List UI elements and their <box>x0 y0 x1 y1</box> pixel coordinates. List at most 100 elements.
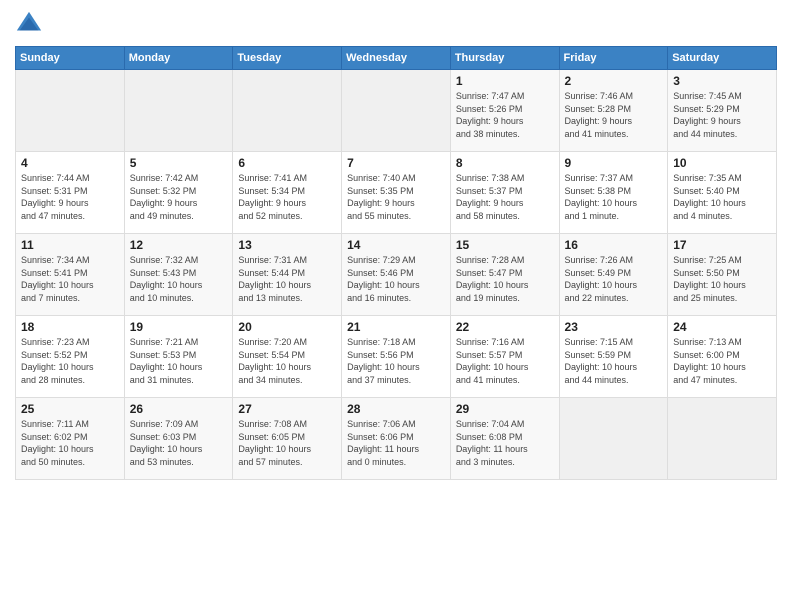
day-info: Sunrise: 7:34 AM Sunset: 5:41 PM Dayligh… <box>21 254 119 304</box>
calendar-table: SundayMondayTuesdayWednesdayThursdayFrid… <box>15 46 777 480</box>
calendar-cell <box>559 398 668 480</box>
weekday-header-wednesday: Wednesday <box>342 47 451 70</box>
calendar-week-1: 4 Sunrise: 7:44 AM Sunset: 5:31 PM Daylig… <box>16 152 777 234</box>
day-number: 1 <box>456 74 554 88</box>
day-info: Sunrise: 7:44 AM Sunset: 5:31 PM Dayligh… <box>21 172 119 222</box>
calendar-cell: 16Sunrise: 7:26 AM Sunset: 5:49 PM Dayli… <box>559 234 668 316</box>
day-info: Sunrise: 7:26 AM Sunset: 5:49 PM Dayligh… <box>565 254 663 304</box>
calendar-week-0: 1 Sunrise: 7:47 AM Sunset: 5:26 PM Daylig… <box>16 70 777 152</box>
calendar-cell: 3Sunrise: 7:45 AM Sunset: 5:29 PM Daylig… <box>668 70 777 152</box>
calendar-cell <box>16 70 125 152</box>
calendar-cell <box>233 70 342 152</box>
day-info: Sunrise: 7:41 AM Sunset: 5:34 PM Dayligh… <box>238 172 336 222</box>
day-info: Sunrise: 7:06 AM Sunset: 6:06 PM Dayligh… <box>347 418 445 468</box>
logo <box>15 10 47 38</box>
day-number: 20 <box>238 320 336 334</box>
day-info: Sunrise: 7:16 AM Sunset: 5:57 PM Dayligh… <box>456 336 554 386</box>
day-info: Sunrise: 7:40 AM Sunset: 5:35 PM Dayligh… <box>347 172 445 222</box>
day-info: Sunrise: 7:32 AM Sunset: 5:43 PM Dayligh… <box>130 254 228 304</box>
day-number: 22 <box>456 320 554 334</box>
weekday-header-friday: Friday <box>559 47 668 70</box>
day-info: Sunrise: 7:09 AM Sunset: 6:03 PM Dayligh… <box>130 418 228 468</box>
day-number: 23 <box>565 320 663 334</box>
weekday-row: SundayMondayTuesdayWednesdayThursdayFrid… <box>16 47 777 70</box>
day-info: Sunrise: 7:28 AM Sunset: 5:47 PM Dayligh… <box>456 254 554 304</box>
day-number: 17 <box>673 238 771 252</box>
calendar-body: 1 Sunrise: 7:47 AM Sunset: 5:26 PM Daylig… <box>16 70 777 480</box>
calendar-cell: 11 Sunrise: 7:34 AM Sunset: 5:41 PM Dayli… <box>16 234 125 316</box>
day-number: 29 <box>456 402 554 416</box>
day-number: 21 <box>347 320 445 334</box>
calendar-cell <box>124 70 233 152</box>
calendar-cell: 18 Sunrise: 7:23 AM Sunset: 5:52 PM Dayli… <box>16 316 125 398</box>
calendar-cell: 19 Sunrise: 7:21 AM Sunset: 5:53 PM Dayli… <box>124 316 233 398</box>
day-info: Sunrise: 7:46 AM Sunset: 5:28 PM Dayligh… <box>565 90 663 140</box>
calendar-cell: 22 Sunrise: 7:16 AM Sunset: 5:57 PM Dayli… <box>450 316 559 398</box>
day-info: Sunrise: 7:15 AM Sunset: 5:59 PM Dayligh… <box>565 336 663 386</box>
day-info: Sunrise: 7:47 AM Sunset: 5:26 PM Dayligh… <box>456 90 554 140</box>
day-info: Sunrise: 7:37 AM Sunset: 5:38 PM Dayligh… <box>565 172 663 222</box>
weekday-header-thursday: Thursday <box>450 47 559 70</box>
calendar-cell: 12 Sunrise: 7:32 AM Sunset: 5:43 PM Dayli… <box>124 234 233 316</box>
page-header <box>15 10 777 38</box>
day-number: 11 <box>21 238 119 252</box>
calendar-cell: 29 Sunrise: 7:04 AM Sunset: 6:08 PM Dayli… <box>450 398 559 480</box>
calendar-cell: 7Sunrise: 7:40 AM Sunset: 5:35 PM Daylig… <box>342 152 451 234</box>
calendar-cell <box>668 398 777 480</box>
calendar-cell <box>342 70 451 152</box>
calendar-cell: 27 Sunrise: 7:08 AM Sunset: 6:05 PM Dayli… <box>233 398 342 480</box>
calendar-cell: 8 Sunrise: 7:38 AM Sunset: 5:37 PM Daylig… <box>450 152 559 234</box>
calendar-cell: 13Sunrise: 7:31 AM Sunset: 5:44 PM Dayli… <box>233 234 342 316</box>
day-info: Sunrise: 7:25 AM Sunset: 5:50 PM Dayligh… <box>673 254 771 304</box>
calendar-week-3: 18 Sunrise: 7:23 AM Sunset: 5:52 PM Dayli… <box>16 316 777 398</box>
day-info: Sunrise: 7:42 AM Sunset: 5:32 PM Dayligh… <box>130 172 228 222</box>
calendar-cell: 2 Sunrise: 7:46 AM Sunset: 5:28 PM Daylig… <box>559 70 668 152</box>
day-number: 2 <box>565 74 663 88</box>
day-info: Sunrise: 7:08 AM Sunset: 6:05 PM Dayligh… <box>238 418 336 468</box>
day-number: 19 <box>130 320 228 334</box>
day-number: 26 <box>130 402 228 416</box>
day-info: Sunrise: 7:23 AM Sunset: 5:52 PM Dayligh… <box>21 336 119 386</box>
calendar-cell: 17 Sunrise: 7:25 AM Sunset: 5:50 PM Dayli… <box>668 234 777 316</box>
page-container: SundayMondayTuesdayWednesdayThursdayFrid… <box>0 0 792 490</box>
day-info: Sunrise: 7:35 AM Sunset: 5:40 PM Dayligh… <box>673 172 771 222</box>
weekday-header-saturday: Saturday <box>668 47 777 70</box>
day-number: 14 <box>347 238 445 252</box>
calendar-week-2: 11 Sunrise: 7:34 AM Sunset: 5:41 PM Dayli… <box>16 234 777 316</box>
calendar-cell: 21 Sunrise: 7:18 AM Sunset: 5:56 PM Dayli… <box>342 316 451 398</box>
calendar-cell: 1 Sunrise: 7:47 AM Sunset: 5:26 PM Daylig… <box>450 70 559 152</box>
calendar-cell: 20 Sunrise: 7:20 AM Sunset: 5:54 PM Dayli… <box>233 316 342 398</box>
day-info: Sunrise: 7:21 AM Sunset: 5:53 PM Dayligh… <box>130 336 228 386</box>
weekday-header-sunday: Sunday <box>16 47 125 70</box>
day-info: Sunrise: 7:13 AM Sunset: 6:00 PM Dayligh… <box>673 336 771 386</box>
day-number: 4 <box>21 156 119 170</box>
day-number: 27 <box>238 402 336 416</box>
calendar-week-4: 25 Sunrise: 7:11 AM Sunset: 6:02 PM Dayli… <box>16 398 777 480</box>
day-info: Sunrise: 7:04 AM Sunset: 6:08 PM Dayligh… <box>456 418 554 468</box>
day-number: 12 <box>130 238 228 252</box>
day-info: Sunrise: 7:18 AM Sunset: 5:56 PM Dayligh… <box>347 336 445 386</box>
day-info: Sunrise: 7:31 AM Sunset: 5:44 PM Dayligh… <box>238 254 336 304</box>
day-number: 15 <box>456 238 554 252</box>
day-number: 18 <box>21 320 119 334</box>
calendar-cell: 14Sunrise: 7:29 AM Sunset: 5:46 PM Dayli… <box>342 234 451 316</box>
weekday-header-tuesday: Tuesday <box>233 47 342 70</box>
calendar-cell: 24 Sunrise: 7:13 AM Sunset: 6:00 PM Dayli… <box>668 316 777 398</box>
day-number: 5 <box>130 156 228 170</box>
calendar-header: SundayMondayTuesdayWednesdayThursdayFrid… <box>16 47 777 70</box>
day-number: 6 <box>238 156 336 170</box>
calendar-cell: 15 Sunrise: 7:28 AM Sunset: 5:47 PM Dayli… <box>450 234 559 316</box>
day-number: 8 <box>456 156 554 170</box>
calendar-cell: 5 Sunrise: 7:42 AM Sunset: 5:32 PM Daylig… <box>124 152 233 234</box>
calendar-cell: 28 Sunrise: 7:06 AM Sunset: 6:06 PM Dayli… <box>342 398 451 480</box>
calendar-cell: 6 Sunrise: 7:41 AM Sunset: 5:34 PM Daylig… <box>233 152 342 234</box>
day-info: Sunrise: 7:11 AM Sunset: 6:02 PM Dayligh… <box>21 418 119 468</box>
day-info: Sunrise: 7:20 AM Sunset: 5:54 PM Dayligh… <box>238 336 336 386</box>
day-info: Sunrise: 7:38 AM Sunset: 5:37 PM Dayligh… <box>456 172 554 222</box>
day-number: 25 <box>21 402 119 416</box>
day-number: 28 <box>347 402 445 416</box>
calendar-cell: 4 Sunrise: 7:44 AM Sunset: 5:31 PM Daylig… <box>16 152 125 234</box>
day-number: 24 <box>673 320 771 334</box>
weekday-header-monday: Monday <box>124 47 233 70</box>
calendar-cell: 9Sunrise: 7:37 AM Sunset: 5:38 PM Daylig… <box>559 152 668 234</box>
